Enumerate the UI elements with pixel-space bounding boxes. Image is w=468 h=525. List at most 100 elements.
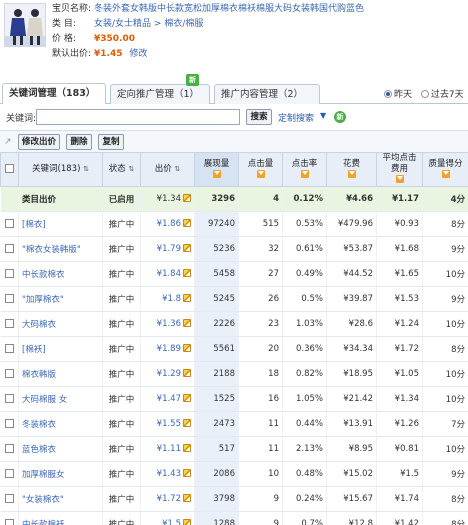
keyword-cell[interactable]: 中长款棉袄	[18, 511, 103, 525]
keyword-cell[interactable]: 蓝色棉衣	[18, 436, 103, 462]
product-thumbnail[interactable]	[4, 3, 46, 47]
row-checkbox[interactable]	[4, 444, 14, 453]
edit-icon[interactable]	[183, 419, 191, 427]
bid-cell[interactable]: ¥1.8	[140, 286, 195, 312]
quality-cell: 8分	[422, 486, 468, 512]
bid-cell[interactable]: ¥1.79	[140, 236, 195, 262]
edit-icon[interactable]	[183, 244, 191, 252]
bid-cell[interactable]: ¥1.5	[140, 511, 195, 525]
product-info: 宝贝名称: 冬装外套女韩版中长款宽松加厚棉衣棉袄棉服大码女装韩国代购蓝色 类 目:…	[0, 0, 468, 80]
copy-button[interactable]: 复制	[98, 134, 124, 150]
keyword-search-input[interactable]	[36, 109, 240, 125]
bid-cell[interactable]: ¥1.72	[140, 486, 195, 512]
chevron-down-icon[interactable]: ▼	[320, 111, 326, 120]
edit-icon[interactable]	[183, 394, 191, 402]
tab-promotion-content[interactable]: 推广内容管理（2）	[214, 84, 320, 104]
col-quality[interactable]: 质量得分	[422, 152, 468, 187]
total-bid[interactable]: ¥1.34	[140, 186, 195, 212]
custom-search-link[interactable]: 定制搜索	[278, 111, 314, 124]
keyword-cell[interactable]: "棉衣女装韩版"	[18, 236, 103, 262]
row-checkbox[interactable]	[4, 394, 14, 403]
avg-cpc-cell-value: ¥1.26	[394, 419, 419, 429]
bid-cell-value: ¥1.86	[156, 219, 181, 229]
product-name-link[interactable]: 冬装外套女韩版中长款宽松加厚棉衣棉袄棉服大码女装韩国代购蓝色	[94, 4, 364, 14]
row-checkbox[interactable]	[4, 519, 14, 525]
keyword-cell[interactable]: "加厚棉衣"	[18, 286, 103, 312]
col-cost[interactable]: 花费	[326, 152, 377, 187]
row-checkbox[interactable]	[4, 344, 14, 353]
tab-keyword-management[interactable]: 关键词管理（183）	[2, 83, 106, 104]
bid-cell[interactable]: ¥1.43	[140, 461, 195, 487]
bid-cell[interactable]: ¥1.86	[140, 211, 195, 237]
col-bid[interactable]: 出价 ⇅	[140, 152, 195, 187]
edit-default-bid-link[interactable]: 修改	[129, 49, 147, 59]
table-row: 中长款棉衣 推广中 ¥1.84 5458 27 0.49% ¥44.52 ¥1.65 10分	[0, 261, 468, 287]
bid-cell[interactable]: ¥1.84	[140, 261, 195, 287]
edit-icon[interactable]	[183, 469, 191, 477]
edit-icon[interactable]	[183, 519, 191, 525]
col-avg-cpc[interactable]: 平均点击费用	[376, 152, 423, 187]
ctr-cell: 0.53%	[282, 211, 327, 237]
cost-cell-value: ¥34.34	[343, 344, 373, 354]
row-checkbox[interactable]	[4, 219, 14, 228]
keyword-cell[interactable]: [棉袄]	[18, 336, 103, 362]
col-keyword[interactable]: 关键词(183) ⇅	[18, 152, 103, 187]
edit-icon[interactable]	[183, 194, 191, 202]
tab-targeted-promotion[interactable]: 定向推广管理（1）	[110, 84, 210, 104]
avg-cpc-cell: ¥1.65	[376, 261, 423, 287]
keyword-cell[interactable]: 棉衣韩版	[18, 361, 103, 387]
row-checkbox-cell	[0, 336, 19, 362]
modify-bid-button[interactable]: 修改出价	[18, 134, 60, 150]
date-option-yesterday[interactable]: 昨天	[394, 90, 412, 100]
radio-past7days-icon[interactable]	[420, 90, 429, 98]
keyword-cell[interactable]: 大码棉服 女	[18, 386, 103, 412]
edit-icon[interactable]	[183, 444, 191, 452]
row-checkbox[interactable]	[4, 469, 14, 478]
status-cell: 推广中	[102, 486, 141, 512]
row-checkbox[interactable]	[4, 244, 14, 253]
edit-icon[interactable]	[183, 369, 191, 377]
edit-icon[interactable]	[183, 319, 191, 327]
row-checkbox-cell	[0, 236, 19, 262]
keyword-cell[interactable]: "女装棉衣"	[18, 486, 103, 512]
radio-yesterday-icon[interactable]	[384, 90, 392, 98]
col-ctr[interactable]: 点击率	[282, 152, 327, 187]
row-checkbox[interactable]	[4, 494, 14, 503]
edit-icon[interactable]	[183, 344, 191, 352]
bid-cell[interactable]: ¥1.29	[140, 361, 195, 387]
delete-button[interactable]: 删除	[66, 134, 92, 150]
col-status[interactable]: 状态 ⇅	[102, 152, 141, 187]
keyword-cell[interactable]: 加厚棉服女	[18, 461, 103, 487]
edit-icon[interactable]	[183, 294, 191, 302]
edit-icon[interactable]	[183, 494, 191, 502]
col-clicks[interactable]: 点击量	[238, 152, 283, 187]
search-button[interactable]: 搜索	[246, 109, 272, 125]
bid-cell[interactable]: ¥1.47	[140, 386, 195, 412]
cost-cell-value: ¥15.02	[343, 469, 373, 479]
bid-cell[interactable]: ¥1.89	[140, 336, 195, 362]
col-impressions[interactable]: 展现量	[194, 152, 239, 187]
edit-icon[interactable]	[183, 269, 191, 277]
edit-icon[interactable]	[183, 219, 191, 227]
keyword-cell-value: 棉衣韩版	[22, 370, 57, 380]
keyword-cell[interactable]: [棉衣]	[18, 211, 103, 237]
category-link-main[interactable]: 女装/女士精品	[94, 19, 151, 29]
category-link-sub[interactable]: 棉衣/棉服	[164, 19, 203, 29]
row-checkbox[interactable]	[4, 269, 14, 278]
row-checkbox[interactable]	[4, 369, 14, 378]
row-checkbox[interactable]	[4, 419, 14, 428]
cost-cell: ¥39.87	[326, 286, 377, 312]
row-checkbox[interactable]	[4, 294, 14, 303]
row-checkbox[interactable]	[4, 319, 14, 328]
quality-cell-value: 10分	[445, 395, 465, 405]
clicks-cell: 11	[238, 436, 283, 462]
bid-cell[interactable]: ¥1.55	[140, 411, 195, 437]
keyword-cell[interactable]: 冬装棉衣	[18, 411, 103, 437]
select-all-checkbox[interactable]	[5, 164, 14, 173]
bid-cell[interactable]: ¥1.11	[140, 436, 195, 462]
keyword-cell[interactable]: 大码棉衣	[18, 311, 103, 337]
date-option-past7days[interactable]: 过去7天	[431, 90, 464, 100]
keyword-cell[interactable]: 中长款棉衣	[18, 261, 103, 287]
avg-cpc-cell-value: ¥1.65	[394, 269, 419, 279]
bid-cell[interactable]: ¥1.36	[140, 311, 195, 337]
